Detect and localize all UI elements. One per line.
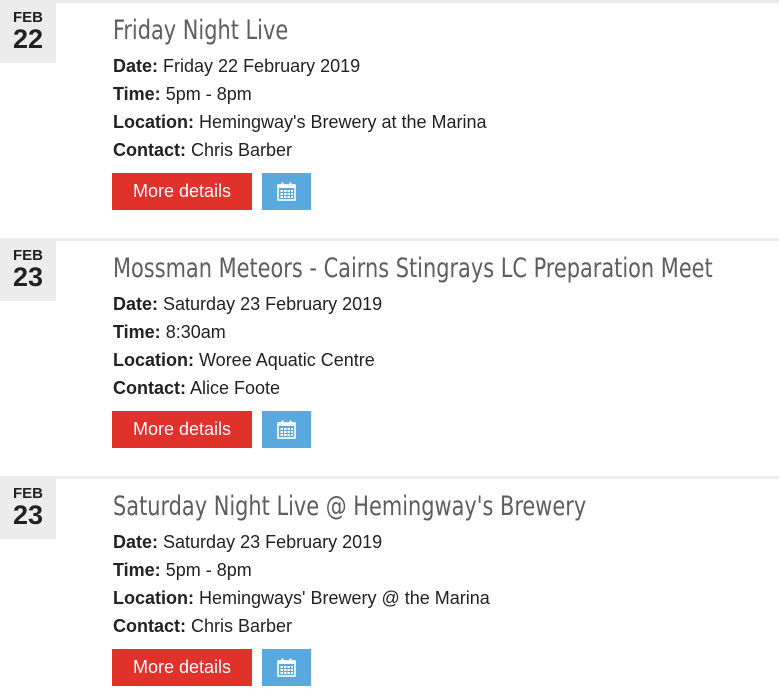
time-row: Time: 8:30am: [113, 318, 382, 346]
date-label: Date:: [113, 532, 159, 552]
event-title[interactable]: Friday Night Live: [113, 13, 288, 49]
contact-row: Contact: Chris Barber: [113, 136, 487, 164]
date-month: FEB: [13, 9, 43, 26]
more-details-button[interactable]: More details: [112, 411, 252, 448]
add-to-calendar-button[interactable]: [262, 411, 311, 448]
time-row: Time: 5pm - 8pm: [113, 556, 490, 584]
event-details: Date: Saturday 23 February 2019 Time: 8:…: [113, 290, 382, 402]
more-details-button[interactable]: More details: [112, 649, 252, 686]
time-row: Time: 5pm - 8pm: [113, 80, 487, 108]
add-to-calendar-button[interactable]: [262, 173, 311, 210]
calendar-icon: [277, 420, 296, 439]
contact-row: Contact: Chris Barber: [113, 612, 490, 640]
date-day: 23: [12, 500, 44, 530]
contact-row: Contact: Alice Foote: [113, 374, 382, 402]
location-row: Location: Hemingway's Brewery at the Mar…: [113, 108, 487, 136]
date-badge: FEB 22: [0, 3, 56, 63]
date-day: 22: [12, 24, 44, 54]
contact-label: Contact:: [113, 616, 186, 636]
time-label: Time:: [113, 84, 161, 104]
calendar-icon: [277, 658, 296, 677]
date-badge: FEB 23: [0, 479, 56, 539]
contact-value: Chris Barber: [191, 616, 293, 636]
contact-value: Alice Foote: [190, 378, 281, 398]
date-month: FEB: [13, 247, 43, 264]
location-value: Woree Aquatic Centre: [199, 350, 375, 370]
contact-label: Contact:: [113, 378, 186, 398]
location-value: Hemingways' Brewery @ the Marina: [199, 588, 490, 608]
date-value: Saturday 23 February 2019: [163, 532, 383, 552]
event-details: Date: Friday 22 February 2019 Time: 5pm …: [113, 52, 487, 164]
date-row: Date: Saturday 23 February 2019: [113, 290, 382, 318]
location-row: Location: Hemingways' Brewery @ the Mari…: [113, 584, 490, 612]
date-day: 23: [12, 262, 44, 292]
time-value: 5pm - 8pm: [165, 560, 252, 580]
location-value: Hemingway's Brewery at the Marina: [199, 112, 487, 132]
event-item: FEB 23 Saturday Night Live @ Hemingway's…: [0, 476, 779, 689]
time-value: 8:30am: [165, 322, 226, 342]
time-label: Time:: [113, 322, 161, 342]
date-label: Date:: [113, 294, 159, 314]
event-title[interactable]: Saturday Night Live @ Hemingway's Brewer…: [113, 489, 586, 525]
event-details: Date: Saturday 23 February 2019 Time: 5p…: [113, 528, 490, 640]
date-badge: FEB 23: [0, 241, 56, 301]
location-row: Location: Woree Aquatic Centre: [113, 346, 382, 374]
date-value: Saturday 23 February 2019: [163, 294, 383, 314]
date-row: Date: Friday 22 February 2019: [113, 52, 487, 80]
time-value: 5pm - 8pm: [165, 84, 252, 104]
event-title[interactable]: Mossman Meteors - Cairns Stingrays LC Pr…: [113, 251, 713, 287]
event-list: FEB 22 Friday Night Live Date: Friday 22…: [0, 0, 779, 689]
date-value: Friday 22 February 2019: [163, 56, 361, 76]
contact-value: Chris Barber: [191, 140, 293, 160]
location-label: Location:: [113, 112, 194, 132]
more-details-button[interactable]: More details: [112, 173, 252, 210]
date-month: FEB: [13, 485, 43, 502]
event-item: FEB 23 Mossman Meteors - Cairns Stingray…: [0, 238, 779, 477]
calendar-icon: [277, 182, 296, 201]
contact-label: Contact:: [113, 140, 186, 160]
add-to-calendar-button[interactable]: [262, 649, 311, 686]
location-label: Location:: [113, 350, 194, 370]
event-item: FEB 22 Friday Night Live Date: Friday 22…: [0, 0, 779, 239]
location-label: Location:: [113, 588, 194, 608]
date-label: Date:: [113, 56, 159, 76]
time-label: Time:: [113, 560, 161, 580]
date-row: Date: Saturday 23 February 2019: [113, 528, 490, 556]
